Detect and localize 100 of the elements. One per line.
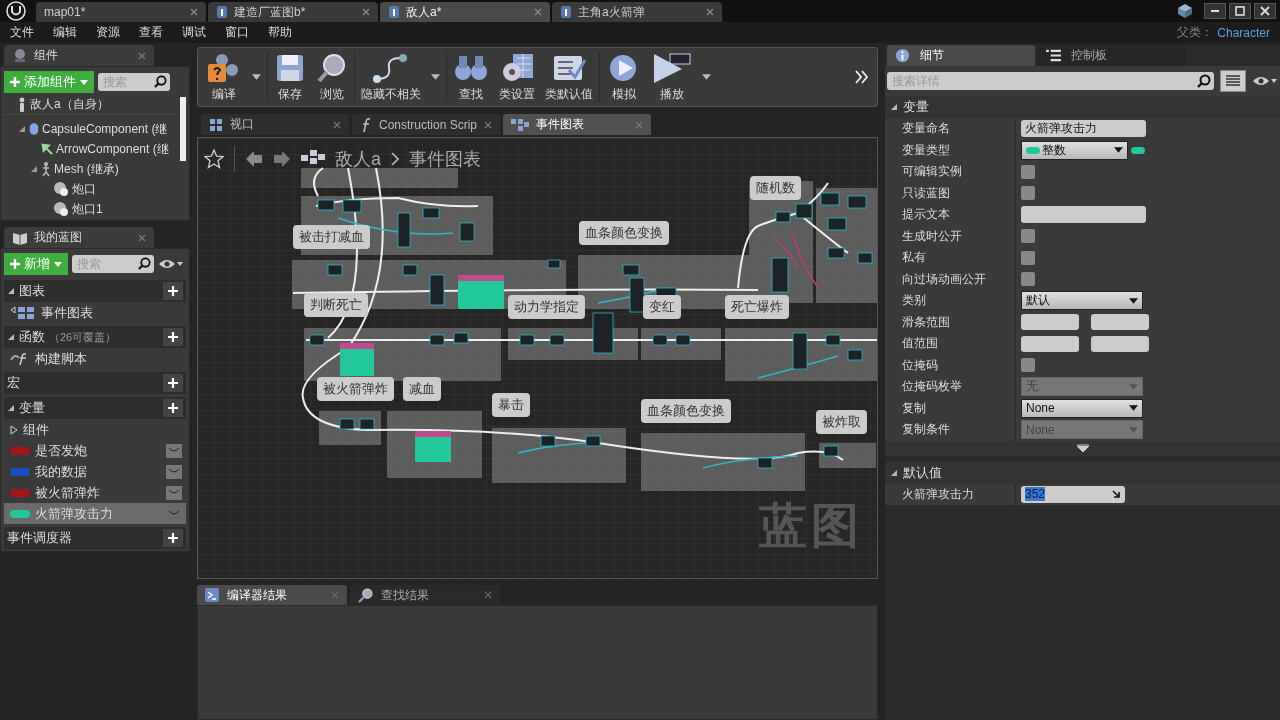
- tree-item[interactable]: CapsuleComponent (继: [42, 120, 168, 138]
- graph-node[interactable]: [652, 334, 668, 346]
- graph-node[interactable]: [795, 203, 813, 219]
- close-icon[interactable]: [534, 8, 542, 16]
- graph-node[interactable]: [820, 192, 840, 206]
- close-icon[interactable]: [138, 233, 146, 242]
- expand-arrow-icon[interactable]: [7, 287, 15, 295]
- menu-item[interactable]: 窗口: [225, 24, 249, 41]
- comment-box[interactable]: [492, 428, 626, 483]
- close-icon[interactable]: [706, 8, 714, 16]
- graph-node[interactable]: [771, 257, 789, 293]
- visibility-toggle[interactable]: [166, 443, 182, 458]
- view-options-button[interactable]: [1220, 70, 1246, 92]
- graph-node[interactable]: [827, 217, 847, 231]
- eye-icon[interactable]: [1252, 75, 1278, 87]
- checkbox[interactable]: [1021, 229, 1035, 244]
- max-field[interactable]: [1091, 314, 1149, 331]
- toolbar-button[interactable]: 播放: [648, 51, 696, 103]
- panel-tab[interactable]: 我的蓝图: [4, 227, 154, 248]
- tree-item[interactable]: 炮口1: [72, 200, 103, 218]
- visibility-toggle[interactable]: [166, 464, 182, 479]
- checkbox[interactable]: [1021, 272, 1035, 287]
- details-tab[interactable]: 控制板: [1038, 45, 1186, 66]
- type-dropdown[interactable]: 整数: [1021, 140, 1128, 160]
- visibility-toggle[interactable]: [166, 485, 182, 500]
- dropdown[interactable]: None: [1021, 398, 1143, 418]
- toolbar-button[interactable]: 编译: [202, 51, 246, 103]
- menu-item[interactable]: 调试: [182, 24, 206, 41]
- toolbar-button[interactable]: 查找: [449, 51, 493, 103]
- tree-item[interactable]: Mesh (继承): [54, 160, 119, 178]
- close-icon[interactable]: [484, 120, 493, 129]
- menu-item[interactable]: 查看: [139, 24, 163, 41]
- add-button[interactable]: [163, 399, 183, 417]
- section-header[interactable]: 变量: [885, 96, 1280, 118]
- section-header[interactable]: 宏: [4, 372, 186, 394]
- graph-node[interactable]: [415, 431, 451, 462]
- toolbar-button[interactable]: 类设置: [495, 51, 539, 103]
- caret-icon[interactable]: [252, 74, 261, 80]
- graph-node[interactable]: [847, 349, 863, 361]
- document-tab[interactable]: 建造厂蓝图b*: [208, 2, 378, 22]
- graph-node[interactable]: [327, 264, 343, 276]
- tree-item[interactable]: 敌人a（自身）: [30, 96, 109, 113]
- graph-node[interactable]: [340, 343, 374, 376]
- pin-type-icon[interactable]: [1131, 146, 1145, 154]
- graph-node[interactable]: [429, 274, 445, 306]
- caret-icon[interactable]: [431, 74, 440, 80]
- eye-icon[interactable]: [158, 258, 184, 270]
- graph-node[interactable]: [549, 334, 565, 346]
- graph-node[interactable]: [422, 207, 440, 219]
- dropdown[interactable]: 默认: [1021, 291, 1143, 311]
- graph-node[interactable]: [823, 445, 839, 457]
- search-icon[interactable]: [138, 257, 151, 270]
- star-icon[interactable]: [204, 149, 224, 169]
- results-tab[interactable]: 编译器结果: [197, 585, 347, 605]
- tree-item[interactable]: ArrowComponent (继: [56, 140, 169, 158]
- comment-label[interactable]: 血条颜色变换: [641, 399, 731, 423]
- add-button[interactable]: [163, 529, 183, 547]
- expand-arrow-icon[interactable]: [7, 404, 15, 412]
- graph-node[interactable]: [792, 332, 808, 370]
- menu-item[interactable]: 文件: [10, 24, 34, 41]
- close-icon[interactable]: [484, 591, 492, 599]
- minimize-button[interactable]: [1204, 3, 1226, 19]
- document-tab[interactable]: map01*: [36, 2, 206, 22]
- cube-icon[interactable]: [1177, 3, 1193, 19]
- checkbox[interactable]: [1021, 250, 1035, 265]
- panel-tab[interactable]: 组件: [4, 45, 154, 66]
- details-tab[interactable]: 细节: [887, 45, 1035, 66]
- tree-item[interactable]: 炮口: [72, 180, 96, 198]
- text-field[interactable]: [1021, 206, 1146, 224]
- comment-label[interactable]: 动力学指定: [508, 295, 585, 319]
- add-button[interactable]: [163, 328, 183, 346]
- close-icon[interactable]: [362, 8, 370, 16]
- comment-label[interactable]: 变红: [643, 295, 681, 319]
- number-field[interactable]: 352: [1021, 485, 1125, 503]
- graph-node[interactable]: [519, 334, 535, 346]
- comment-label[interactable]: 随机数: [750, 176, 801, 200]
- checkbox[interactable]: [1021, 164, 1035, 179]
- results-tab[interactable]: 查找结果: [350, 585, 500, 605]
- graph-node[interactable]: [757, 457, 773, 469]
- blueprint-item[interactable]: 是否发炮: [4, 440, 186, 461]
- comment-label[interactable]: 判断死亡: [304, 293, 368, 317]
- graph-node[interactable]: [592, 312, 614, 354]
- blueprint-item[interactable]: 构建脚本: [4, 348, 186, 369]
- expand-arrow-icon[interactable]: [890, 468, 898, 477]
- section-header[interactable]: 默认值: [885, 461, 1280, 484]
- graph-node[interactable]: [459, 222, 475, 242]
- max-field[interactable]: [1091, 335, 1149, 352]
- comment-label[interactable]: 减血: [403, 377, 441, 401]
- editor-tab[interactable]: 事件图表: [503, 114, 651, 135]
- graph-node[interactable]: [317, 199, 335, 211]
- checkbox[interactable]: [1021, 186, 1035, 201]
- graph-node[interactable]: [547, 259, 561, 269]
- expand-arrow-icon[interactable]: [7, 333, 15, 341]
- comment-label[interactable]: 暴击: [492, 393, 530, 417]
- caret-icon[interactable]: [702, 74, 711, 80]
- blueprint-item[interactable]: 我的数据: [4, 461, 186, 482]
- close-icon[interactable]: [333, 120, 341, 129]
- graph-node[interactable]: [540, 435, 556, 447]
- expand-arrow-icon[interactable]: [890, 103, 898, 111]
- graph-node[interactable]: [775, 211, 791, 223]
